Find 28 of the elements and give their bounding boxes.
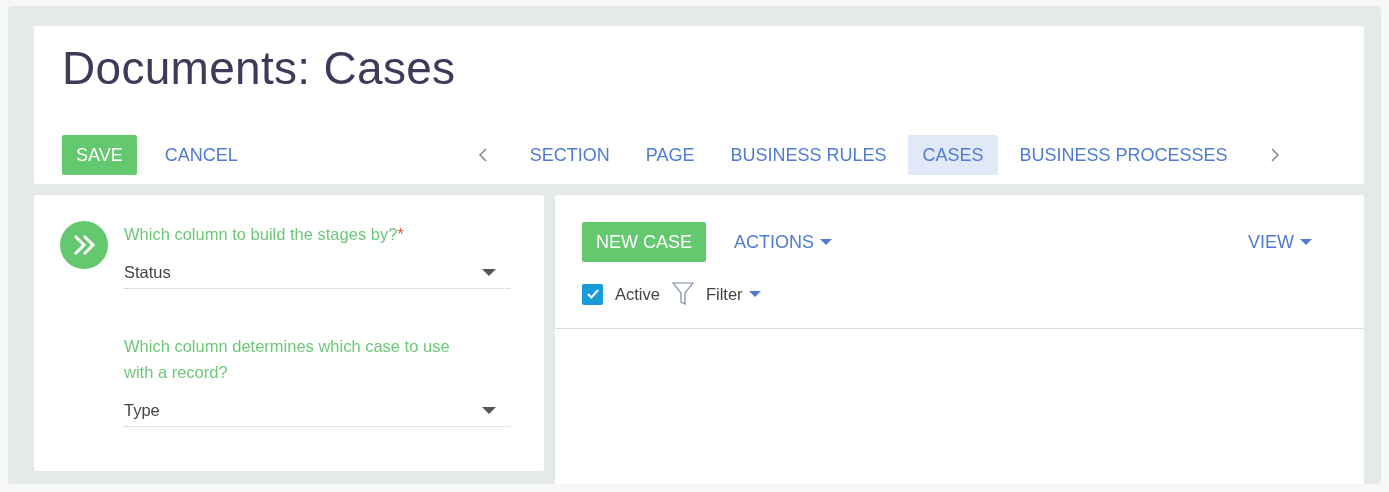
filter-button[interactable]: Filter — [705, 284, 761, 304]
tab[interactable]: CASES — [908, 135, 998, 175]
tab[interactable]: BUSINESS PROCESSES — [1005, 135, 1242, 175]
checkbox-label: Active — [615, 284, 660, 304]
active-checkbox[interactable] — [582, 283, 603, 305]
cancel-button[interactable]: CANCEL — [150, 135, 252, 175]
field-label: Which column determines which case to use with a record? — [124, 336, 451, 383]
filter-icon — [671, 282, 694, 306]
chevron-left-icon[interactable] — [477, 147, 488, 163]
caret-icon — [1300, 239, 1312, 245]
caret-icon — [748, 291, 761, 297]
dropdown-field[interactable]: Type — [124, 395, 510, 427]
new-case-button[interactable]: NEW CASE — [582, 222, 706, 262]
tab[interactable]: PAGE — [631, 135, 709, 175]
actions-button[interactable]: ACTIONS — [720, 222, 847, 262]
chevron-right-icon[interactable] — [1269, 147, 1280, 163]
caret-icon — [482, 407, 496, 414]
save-button[interactable]: SAVE — [62, 135, 137, 175]
field-label: Which column to build the stages by?* — [124, 224, 405, 245]
page-title: Documents: Cases — [62, 41, 457, 96]
dropdown-field[interactable]: Status — [124, 257, 510, 289]
tab[interactable]: BUSINESS RULES — [716, 135, 901, 175]
check-icon — [586, 289, 599, 299]
view-button[interactable]: VIEW — [1234, 222, 1326, 262]
caret-icon — [482, 269, 496, 276]
caret-icon — [820, 239, 833, 245]
double-chevron-icon — [60, 221, 108, 269]
tab[interactable]: SECTION — [515, 135, 624, 175]
